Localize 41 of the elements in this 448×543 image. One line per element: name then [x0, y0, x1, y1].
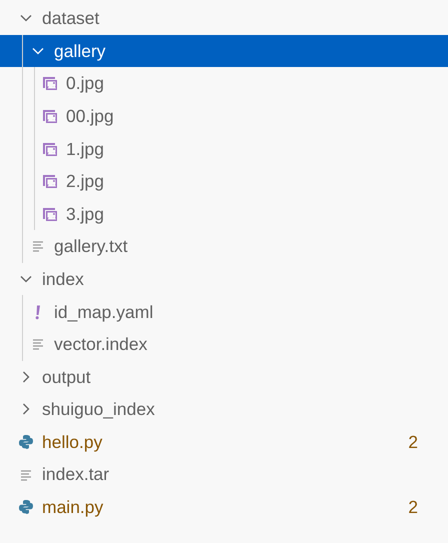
python-file-icon [18, 499, 34, 516]
item-label: 0.jpg [66, 72, 104, 96]
file-item[interactable]: 2.jpg [0, 164, 448, 198]
item-label: id_map.yaml [54, 300, 154, 324]
file-item[interactable]: 0.jpg [0, 67, 448, 100]
image-file-icon [42, 108, 58, 124]
folder-item[interactable]: index [0, 262, 448, 296]
file-item[interactable]: 1.jpg [0, 132, 448, 165]
folder-item[interactable]: shuiguo_index [0, 393, 448, 426]
folder-item[interactable]: output [0, 360, 448, 394]
item-label: main.py [42, 496, 104, 520]
item-label: 1.jpg [66, 138, 104, 161]
item-label: gallery [54, 40, 106, 63]
item-label: shuiguo_index [42, 398, 155, 422]
file-item[interactable]: gallery.txt [0, 230, 448, 263]
item-label: index [42, 268, 84, 291]
item-label: gallery.txt [54, 235, 128, 258]
image-file-icon [42, 206, 58, 222]
file-item[interactable]: 3.jpg [0, 198, 448, 230]
file-item[interactable]: 00.jpg [0, 100, 448, 132]
file-item[interactable]: index.tar [0, 458, 448, 491]
image-file-icon [42, 140, 58, 157]
folder-item[interactable]: dataset [0, 2, 448, 35]
problem-count: 2 [408, 496, 418, 520]
item-label: 00.jpg [66, 104, 114, 128]
item-label: vector.index [54, 333, 148, 356]
image-file-icon [42, 173, 58, 190]
problem-count: 2 [408, 430, 418, 454]
file-item[interactable]: main.py 2 [0, 490, 448, 524]
item-label: dataset [42, 7, 100, 30]
item-label: 3.jpg [66, 202, 104, 226]
folder-item[interactable]: gallery [0, 34, 448, 68]
item-label: index.tar [42, 463, 110, 486]
image-file-icon [42, 75, 58, 92]
file-item[interactable]: id_map.yaml [0, 295, 448, 328]
item-label: hello.py [42, 430, 102, 454]
file-item[interactable]: vector.index [0, 328, 448, 361]
item-label: output [42, 366, 91, 389]
file-item[interactable]: hello.py 2 [0, 426, 448, 458]
python-file-icon [18, 434, 34, 450]
item-label: 2.jpg [66, 170, 104, 194]
